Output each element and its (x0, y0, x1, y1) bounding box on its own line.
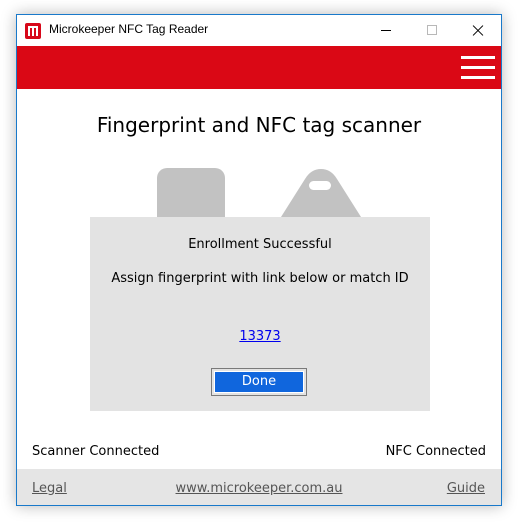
minimize-button[interactable] (363, 15, 409, 46)
dialog-title: Enrollment Successful (188, 237, 332, 252)
page-title: Fingerprint and NFC tag scanner (96, 113, 422, 137)
hamburger-menu-icon[interactable] (461, 55, 495, 81)
dialog-message: Assign fingerprint with link below or ma… (111, 271, 409, 286)
scanner-status: Scanner Connected (32, 444, 160, 459)
enrollment-dialog: Enrollment Successful Assign fingerprint… (90, 217, 430, 411)
done-button[interactable]: Done (211, 368, 307, 396)
nfc-status: NFC Connected (385, 444, 486, 459)
window-title: Microkeeper NFC Tag Reader (49, 22, 209, 36)
close-button[interactable] (455, 15, 501, 46)
title-bar[interactable]: Microkeeper NFC Tag Reader (17, 15, 501, 46)
done-button-label: Done (214, 371, 304, 393)
microkeeper-logo-icon (25, 23, 41, 39)
maximize-button[interactable] (409, 15, 455, 46)
app-header-bar (17, 46, 501, 89)
fingerprint-id-link[interactable]: 13373 (90, 329, 430, 344)
guide-link[interactable]: Guide (447, 481, 485, 496)
footer-bar: Legal www.microkeeper.com.au Guide (17, 469, 501, 505)
website-link[interactable]: www.microkeeper.com.au (17, 481, 501, 496)
app-window: Microkeeper NFC Tag Reader Fingerprint a… (16, 14, 502, 506)
